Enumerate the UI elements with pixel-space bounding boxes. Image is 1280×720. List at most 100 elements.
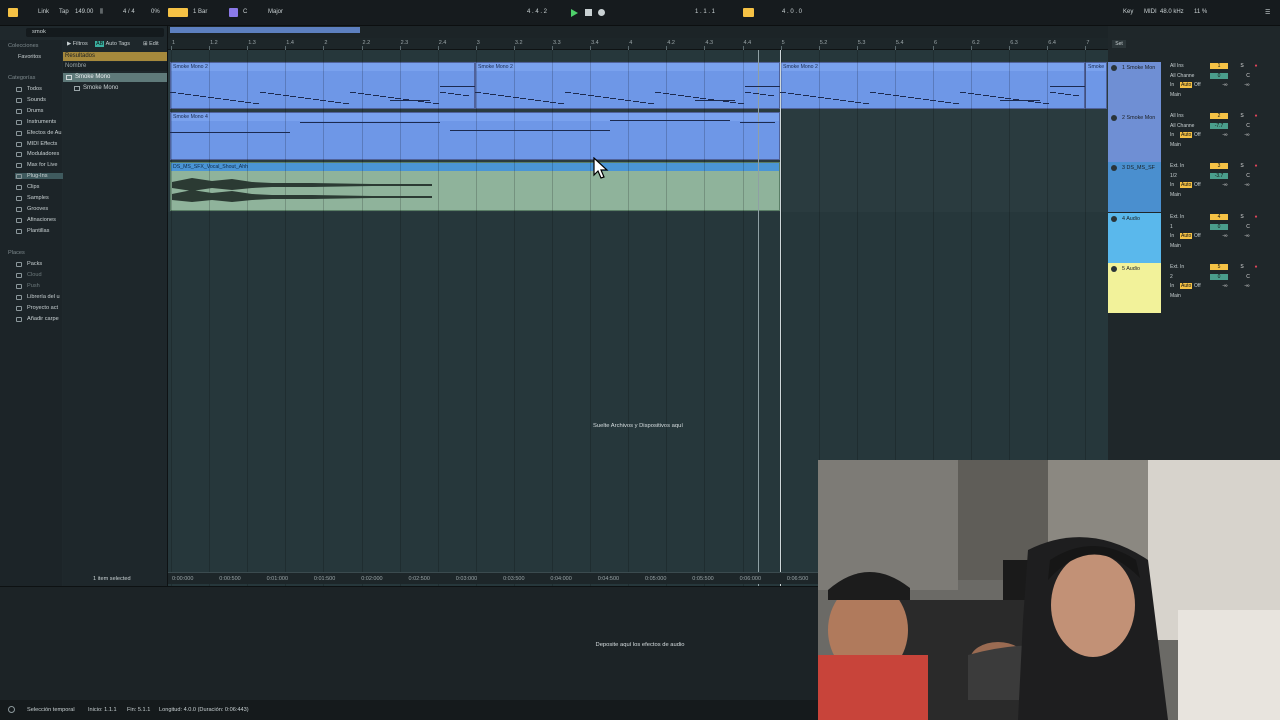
monitor-off[interactable]: Off	[1194, 283, 1201, 289]
monitor-in[interactable]: In	[1170, 132, 1174, 138]
monitor-in[interactable]: In	[1170, 233, 1174, 239]
category-item[interactable]: Max for Live	[16, 162, 57, 169]
record-button[interactable]	[598, 9, 605, 16]
monitor-auto[interactable]: Auto	[1180, 283, 1193, 289]
send-b-field[interactable]: -∞	[1240, 283, 1254, 289]
track-lane[interactable]	[168, 262, 1108, 312]
metronome-icon[interactable]: ⫼	[100, 9, 103, 16]
result-item[interactable]: Smoke Mono	[63, 84, 167, 93]
pan-field[interactable]: C	[1244, 73, 1252, 79]
track-header[interactable]: 4 Audio	[1108, 213, 1161, 263]
tap-button[interactable]: Tap	[59, 9, 69, 15]
solo-button[interactable]: S	[1238, 163, 1246, 169]
pan-field[interactable]: C	[1244, 173, 1252, 179]
monitor-off[interactable]: Off	[1194, 132, 1201, 138]
midi-clip[interactable]: Smoke M	[1085, 62, 1107, 109]
send-b-field[interactable]: -∞	[1240, 182, 1254, 188]
monitor-off[interactable]: Off	[1194, 233, 1201, 239]
volume-field[interactable]: 0	[1210, 73, 1228, 79]
category-item[interactable]: Plantillas	[16, 228, 49, 234]
input-type-dropdown[interactable]: Ext. In	[1170, 214, 1184, 220]
category-item[interactable]: Drums	[16, 108, 43, 114]
app-menu-icon[interactable]	[8, 8, 18, 17]
input-type-dropdown[interactable]: Ext. In	[1170, 163, 1184, 169]
beat-ruler[interactable]: 1 1.2 1.3 1.4 2 2.2 2.3 2.4 3 3.2 3.3 3.4 4 4.2 4.3 4.4…	[168, 38, 1108, 50]
monitor-auto[interactable]: Auto	[1180, 82, 1193, 88]
send-a-field[interactable]: -∞	[1218, 82, 1232, 88]
place-item[interactable]: Proyecto act	[16, 305, 58, 311]
input-channel-dropdown[interactable]: All Channe	[1170, 123, 1194, 129]
output-dropdown[interactable]: Main	[1170, 142, 1181, 148]
place-item[interactable]: Push	[16, 283, 40, 289]
loop-toggle[interactable]	[743, 8, 754, 17]
track-header[interactable]: 5 Audio	[1108, 263, 1161, 313]
overview-strip[interactable]	[168, 26, 1108, 38]
input-channel-dropdown[interactable]: 1	[1170, 224, 1173, 230]
arm-button[interactable]: ●	[1252, 113, 1260, 119]
track-fold-icon[interactable]	[1111, 165, 1117, 171]
category-item[interactable]: Moduladores	[16, 151, 59, 158]
category-item[interactable]: MIDI Effects	[16, 141, 57, 147]
output-dropdown[interactable]: Main	[1170, 92, 1181, 98]
arm-button[interactable]: ●	[1252, 163, 1260, 169]
input-type-dropdown[interactable]: All Ins	[1170, 63, 1184, 69]
output-dropdown[interactable]: Main	[1170, 192, 1181, 198]
solo-button[interactable]: S	[1238, 113, 1246, 119]
solo-button[interactable]: S	[1238, 63, 1246, 69]
menu-icon[interactable]: ☰	[1265, 9, 1270, 16]
category-item[interactable]: Sounds	[16, 97, 46, 103]
scale-dropdown[interactable]: Major	[268, 9, 283, 15]
arm-button[interactable]: ●	[1252, 214, 1260, 220]
pan-field[interactable]: C	[1244, 123, 1252, 129]
solo-button[interactable]: S	[1238, 264, 1246, 270]
set-button[interactable]: Set	[1112, 40, 1126, 48]
monitor-off[interactable]: Off	[1194, 82, 1201, 88]
track-fold-icon[interactable]	[1111, 266, 1117, 272]
arm-button[interactable]: ●	[1252, 264, 1260, 270]
volume-field[interactable]: -3.7	[1210, 173, 1228, 179]
midi-map-button[interactable]: MIDI	[1144, 9, 1157, 15]
overview-selection[interactable]	[170, 27, 360, 33]
input-type-dropdown[interactable]: All Ins	[1170, 113, 1184, 119]
track-activator[interactable]: 2	[1210, 113, 1228, 119]
play-button[interactable]	[571, 9, 578, 17]
edit-button[interactable]: ⊞ Edit	[143, 41, 159, 47]
monitor-in[interactable]: In	[1170, 182, 1174, 188]
monitor-in[interactable]: In	[1170, 82, 1174, 88]
track-activator[interactable]: 5	[1210, 264, 1228, 270]
send-b-field[interactable]: -∞	[1240, 233, 1254, 239]
send-b-field[interactable]: -∞	[1240, 132, 1254, 138]
monitor-off[interactable]: Off	[1194, 182, 1201, 188]
loop-start[interactable]: 1 . 1 . 1	[695, 9, 715, 15]
track-fold-icon[interactable]	[1111, 115, 1117, 121]
track-activator[interactable]: 3	[1210, 163, 1228, 169]
category-item[interactable]: Efectos de Au	[16, 130, 62, 136]
time-ruler[interactable]: 0:00:000 0:00:500 0:01:000 0:01:500 0:02:000…	[168, 572, 818, 584]
category-item[interactable]: Afinaciones	[16, 217, 56, 223]
tempo-field[interactable]: 149.00	[75, 9, 93, 15]
name-column-header[interactable]: Nombre	[63, 62, 167, 71]
loop-length[interactable]: 4 . 0 . 0	[782, 9, 802, 15]
input-channel-dropdown[interactable]: 2	[1170, 274, 1173, 280]
track-activator[interactable]: 4	[1210, 214, 1228, 220]
output-dropdown[interactable]: Main	[1170, 243, 1181, 249]
key-root[interactable]: C	[243, 9, 247, 15]
filter-button[interactable]: ▶ Filtros	[67, 41, 88, 47]
place-item[interactable]: Cloud	[16, 272, 42, 278]
volume-field[interactable]: 0	[1210, 224, 1228, 230]
monitor-auto[interactable]: Auto	[1180, 132, 1193, 138]
category-item[interactable]: Todos	[16, 86, 42, 92]
arm-button[interactable]: ●	[1252, 63, 1260, 69]
place-item[interactable]: Packs	[16, 261, 42, 267]
browser-search[interactable]: smok	[26, 28, 164, 37]
monitor-auto[interactable]: Auto	[1180, 233, 1193, 239]
volume-field[interactable]: 0	[1210, 274, 1228, 280]
place-item[interactable]: Añadir carpe	[16, 316, 59, 322]
link-button[interactable]: Link	[38, 9, 49, 15]
send-a-field[interactable]: -∞	[1218, 233, 1232, 239]
pan-field[interactable]: C	[1244, 274, 1252, 280]
track-header[interactable]: 2 Smoke Mon	[1108, 112, 1161, 162]
stop-button[interactable]	[585, 9, 592, 16]
track-fold-icon[interactable]	[1111, 65, 1117, 71]
category-item[interactable]: Grooves	[16, 206, 48, 212]
